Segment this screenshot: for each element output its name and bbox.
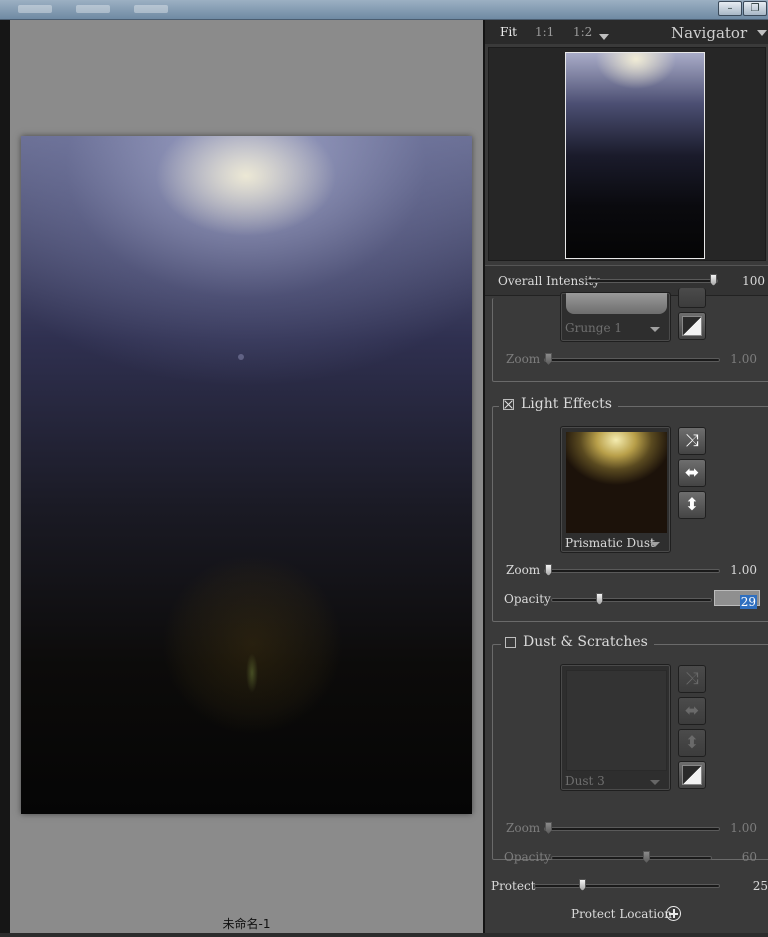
shuffle-button[interactable]: ⤨	[678, 427, 706, 455]
chevron-down-icon[interactable]	[650, 780, 660, 785]
light-opacity-label: Opacity	[504, 592, 551, 606]
navigator-thumbnail[interactable]	[565, 52, 705, 259]
texture-preset-name: Grunge 1	[565, 321, 623, 335]
slider-handle[interactable]	[596, 593, 603, 605]
flip-vertical-button[interactable]: ⬍	[678, 491, 706, 519]
menu-item[interactable]	[134, 5, 168, 13]
lens-flare-dot	[238, 354, 244, 360]
light-effects-preview	[566, 432, 667, 533]
light-effects-checkbox[interactable]	[503, 398, 514, 410]
navigator-view[interactable]	[488, 47, 766, 261]
texture-zoom-value: 1.00	[730, 352, 757, 366]
slider-handle[interactable]	[710, 274, 717, 286]
slider-handle[interactable]	[579, 879, 586, 891]
dust-zoom-value: 1.00	[730, 821, 757, 835]
slider-handle[interactable]	[545, 564, 552, 576]
light-effects-preset-name: Prismatic Dust	[565, 536, 655, 550]
light-zoom-label: Zoom	[506, 563, 541, 577]
dust-scratches-group: Dust & Scratches Dust 3 ⤨ ⬌ ⬍ Zoom 1.00 …	[492, 634, 768, 864]
dust-opacity-value: 60	[741, 850, 757, 864]
shuffle-button[interactable]: ⤨	[678, 665, 706, 693]
dust-preset-name: Dust 3	[565, 774, 605, 788]
dust-opacity-slider[interactable]	[551, 851, 712, 863]
zoom-dropdown-icon[interactable]	[599, 34, 609, 40]
menu-item[interactable]	[76, 5, 110, 13]
lens-flare-core	[246, 653, 258, 693]
light-zoom-slider[interactable]	[544, 564, 720, 576]
protect-value: 25	[752, 879, 768, 893]
protect-slider[interactable]	[534, 879, 720, 891]
texture-zoom-label: Zoom	[506, 352, 541, 366]
zoom-fit-button[interactable]: Fit	[500, 25, 517, 39]
dust-preset-picker[interactable]: Dust 3	[560, 664, 671, 791]
dust-zoom-slider[interactable]	[544, 822, 720, 834]
menu-bar	[18, 5, 168, 13]
chevron-down-icon[interactable]	[650, 542, 660, 547]
texture-preview	[566, 293, 667, 314]
document-title: 未命名-1	[222, 917, 271, 931]
restore-button[interactable]: ❐	[743, 1, 767, 16]
navigator-header: Fit 1:1 1:2 Navigator	[485, 20, 768, 44]
flip-vertical-icon: ⬍	[684, 495, 700, 515]
dust-scratches-header: Dust & Scratches	[501, 634, 654, 650]
overall-intensity-slider[interactable]	[586, 274, 718, 286]
light-opacity-input[interactable]: 29	[714, 590, 760, 609]
zoom-1-2-button[interactable]: 1:2	[573, 25, 592, 39]
flip-vertical-button[interactable]: ⬍	[678, 729, 706, 757]
flip-horizontal-icon: ⬌	[684, 701, 700, 721]
left-edge-strip	[0, 20, 10, 937]
zoom-1-1-button[interactable]: 1:1	[535, 25, 554, 39]
protect-label: Protect	[491, 879, 536, 893]
slider-handle[interactable]	[545, 353, 552, 365]
texture-preset-picker[interactable]: Grunge 1	[560, 292, 671, 342]
minimize-button[interactable]: –	[718, 1, 742, 16]
app-window: – ❐ 未命名-1 Fit 1:1 1:2 Navigator Overall …	[0, 0, 768, 937]
flip-horizontal-icon: ⬌	[684, 463, 700, 483]
add-location-icon[interactable]	[666, 906, 681, 921]
flip-vertical-icon: ⬍	[684, 733, 700, 753]
invert-icon	[682, 765, 702, 785]
invert-icon	[682, 316, 702, 336]
dust-zoom-label: Zoom	[506, 821, 541, 835]
chevron-down-icon[interactable]	[650, 327, 660, 332]
slider-handle[interactable]	[545, 822, 552, 834]
light-opacity-value: 29	[739, 595, 757, 609]
protect-location-label: Protect Location:	[571, 907, 677, 921]
texture-zoom-slider[interactable]	[544, 353, 720, 365]
navigator-title: Navigator	[671, 24, 748, 42]
light-effects-preset-picker[interactable]: Prismatic Dust	[560, 426, 671, 553]
status-strip	[0, 933, 768, 937]
light-effects-header: Light Effects	[499, 396, 618, 412]
lens-flare-ring	[162, 554, 342, 734]
texture-group: Grunge 1 Zoom 1.00	[492, 288, 768, 382]
settings-panel: Fit 1:1 1:2 Navigator Overall Intensity …	[483, 20, 768, 933]
flip-vertical-button[interactable]	[678, 288, 706, 308]
light-opacity-slider[interactable]	[551, 593, 712, 605]
light-effects-title: Light Effects	[521, 396, 612, 412]
menu-item[interactable]	[18, 5, 52, 13]
image-preview[interactable]	[21, 136, 472, 814]
dust-opacity-label: Opacity	[504, 850, 551, 864]
overall-intensity-label: Overall Intensity	[498, 274, 600, 288]
dust-scratches-title: Dust & Scratches	[523, 634, 648, 650]
flip-horizontal-button[interactable]: ⬌	[678, 459, 706, 487]
window-title-bar: – ❐	[0, 0, 768, 20]
canvas-area[interactable]: 未命名-1	[10, 20, 483, 933]
invert-button[interactable]	[678, 312, 706, 340]
dust-preview	[566, 670, 667, 771]
overall-intensity-value: 100	[742, 274, 765, 288]
light-zoom-value: 1.00	[730, 563, 757, 577]
invert-button[interactable]	[678, 761, 706, 789]
panel-menu-icon[interactable]	[757, 30, 767, 36]
slider-handle[interactable]	[643, 851, 650, 863]
shuffle-icon: ⤨	[685, 669, 699, 689]
flip-horizontal-button[interactable]: ⬌	[678, 697, 706, 725]
dust-scratches-checkbox[interactable]	[505, 636, 516, 648]
shuffle-icon: ⤨	[685, 431, 699, 451]
